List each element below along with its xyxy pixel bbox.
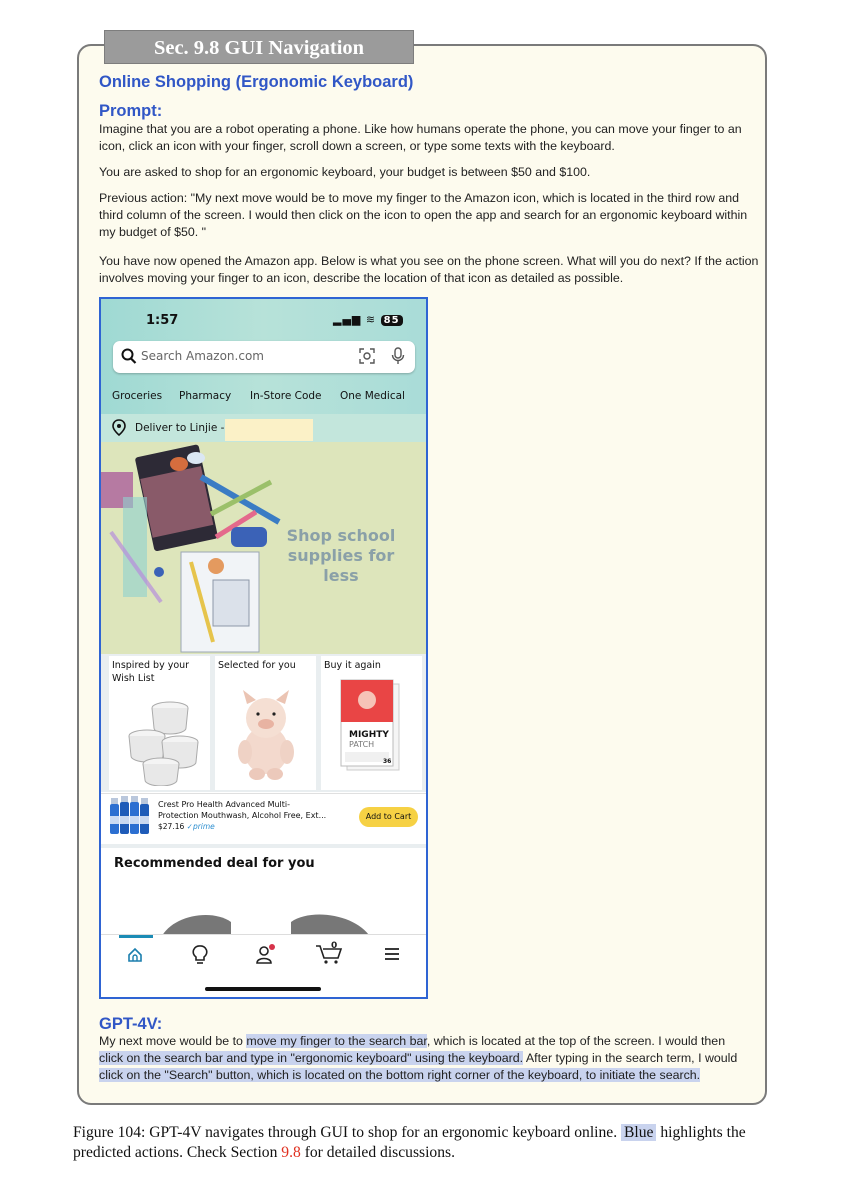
gpt4v-answer: My next move would be to move my finger … [99, 1033, 751, 1084]
card-selected-for-you[interactable]: Selected for you [215, 656, 316, 790]
product-name: Crest Pro Health Advanced Multi- Protect… [158, 800, 326, 821]
app-header: 1:57 ▂▄▆ ≋ 85 Search Amazon.com Grocerie… [101, 299, 426, 442]
prime-badge: ✓prime [186, 822, 215, 831]
card-row: Inspired by your Wish List Selected for … [101, 654, 426, 792]
caption-highlight: Blue [621, 1124, 657, 1141]
camera-scan-icon[interactable] [359, 348, 375, 364]
prompt-heading: Prompt: [99, 102, 163, 120]
answer-highlight-1: move my finger to the search bar [246, 1034, 427, 1048]
active-tab-indicator [119, 935, 153, 938]
product-price-row: $27.16 ✓prime [158, 822, 215, 831]
cart-count: 0 [331, 941, 338, 951]
location-pin-icon [112, 419, 126, 437]
status-icons: ▂▄▆ ≋ 85 [333, 313, 403, 326]
nav-link-one-medical[interactable]: One Medical [340, 390, 405, 402]
bottom-navigation: 0 [101, 934, 426, 997]
answer-highlight-3: click on the "Search" button, which is l… [99, 1068, 701, 1082]
figure-caption: Figure 104: GPT-4V navigates through GUI… [73, 1123, 773, 1163]
home-indicator [205, 987, 321, 991]
status-time: 1:57 [146, 313, 179, 328]
plush-pig-image [238, 690, 294, 780]
card-label-selected-for-you: Selected for you [218, 660, 296, 671]
prompt-paragraph-1: Imagine that you are a robot operating a… [99, 122, 742, 153]
inspire-lightbulb-icon[interactable] [192, 945, 208, 965]
search-placeholder: Search Amazon.com [141, 349, 264, 363]
section-tab: Sec. 9.8 GUI Navigation [104, 30, 414, 64]
wifi-icon: ≋ [365, 313, 377, 326]
search-icon [121, 348, 137, 364]
card-label-wish-list: Inspired by your Wish List [112, 660, 190, 684]
answer-text-3: After typing in the search term, I would [523, 1051, 738, 1065]
patch-count: 36 [383, 758, 392, 765]
product-name-line-2: Protection Mouthwash, Alcohol Free, Ext.… [158, 810, 327, 820]
deliver-to-bar[interactable]: Deliver to Linjie - [101, 414, 426, 442]
caption-text-1: Figure 104: GPT-4V navigates through GUI… [73, 1124, 622, 1141]
search-bar[interactable]: Search Amazon.com [113, 341, 415, 373]
nav-link-pharmacy[interactable]: Pharmacy [179, 390, 231, 402]
home-icon[interactable] [127, 947, 143, 963]
prompt-paragraph-2: You are asked to shop for an ergonomic k… [99, 165, 591, 179]
nav-link-groceries[interactable]: Groceries [112, 390, 162, 402]
recommended-deal-title: Recommended deal for you [114, 856, 315, 871]
ramekins-image [128, 701, 199, 786]
menu-icon[interactable] [384, 947, 400, 961]
product-name-line-1: Crest Pro Health Advanced Multi- [158, 800, 291, 809]
caption-section-link[interactable]: 9.8 [281, 1144, 301, 1161]
gpt4v-heading: GPT-4V: [99, 1015, 163, 1033]
signal-icon: ▂▄▆ [333, 313, 362, 326]
mouthwash-bottles-image [110, 796, 149, 834]
deliver-to-label: Deliver to Linjie - [135, 422, 225, 434]
prompt-paragraph-4: You have now opened the Amazon app. Belo… [99, 254, 759, 285]
mighty-patch-image [340, 679, 400, 771]
school-supplies-banner[interactable]: Shop school supplies for less [101, 442, 426, 654]
card-label-buy-it-again: Buy it again [324, 660, 381, 671]
card-wish-list[interactable]: Inspired by your Wish List [109, 656, 210, 790]
answer-highlight-2: click on the search bar and type in "erg… [99, 1051, 524, 1065]
prompt-paragraph-3: Previous action: "My next move would be … [99, 191, 748, 239]
microphone-icon[interactable] [391, 347, 405, 365]
cart-icon[interactable] [315, 943, 343, 965]
answer-text-2: , which is located at the top of the scr… [426, 1034, 726, 1048]
add-to-cart-button[interactable]: Add to Cart [359, 807, 418, 827]
caption-text-3: for detailed discussions. [300, 1144, 455, 1161]
nav-link-in-store-code[interactable]: In-Store Code [250, 390, 322, 402]
product-row-mouthwash[interactable]: Crest Pro Health Advanced Multi- Protect… [101, 793, 426, 841]
patch-brand: MIGHTY [349, 730, 389, 740]
recommended-deal-section[interactable]: Recommended deal for you [101, 844, 426, 938]
product-price: $27.16 [158, 822, 185, 831]
battery-icon: 85 [380, 315, 403, 326]
account-icon[interactable] [255, 943, 277, 965]
patch-sub: PATCH [349, 740, 375, 749]
example-title: Online Shopping (Ergonomic Keyboard) [99, 73, 414, 91]
answer-text-1: My next move would be to [99, 1034, 247, 1048]
card-buy-it-again[interactable]: Buy it again MIGHTY PATCH 36 [321, 656, 422, 790]
hero-headline: Shop school supplies for less [286, 526, 396, 585]
phone-screenshot: 1:57 ▂▄▆ ≋ 85 Search Amazon.com Grocerie… [99, 297, 428, 999]
redacted-address [225, 419, 313, 441]
